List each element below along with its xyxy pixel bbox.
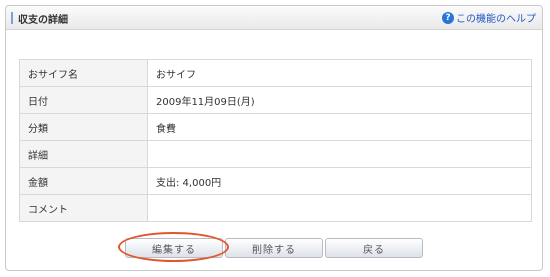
row-label: 金額 [19, 167, 148, 195]
row-label: 分類 [19, 113, 148, 141]
row-value: 2009年11月09日(月) [147, 86, 532, 114]
table-row: 日付 2009年11月09日(月) [19, 86, 532, 114]
action-bar: 編集する 削除する 戻る [6, 232, 542, 262]
row-label: おサイフ名 [19, 59, 148, 87]
row-value: 支出: 4,000円 [147, 167, 532, 195]
row-value: おサイフ [147, 59, 532, 87]
table-row: 金額 支出: 4,000円 [19, 167, 532, 195]
row-value [147, 194, 532, 222]
help-link-label: この機能のヘルプ [456, 14, 536, 25]
table-row: 詳細 [19, 140, 532, 168]
row-label: 日付 [19, 86, 148, 114]
help-link[interactable]: ? この機能のヘルプ [442, 10, 536, 25]
question-circle-icon: ? [442, 11, 454, 24]
table-row: コメント [19, 194, 532, 222]
back-button[interactable]: 戻る [325, 238, 423, 258]
edit-button[interactable]: 編集する [125, 238, 223, 258]
table-row: 分類 食費 [19, 113, 532, 141]
detail-table: おサイフ名 おサイフ 日付 2009年11月09日(月) 分類 食費 詳細 金額… [19, 59, 532, 222]
row-value [147, 140, 532, 168]
row-label: コメント [19, 194, 148, 222]
panel-title: 収支の詳細 [18, 15, 68, 26]
table-row: おサイフ名 おサイフ [19, 59, 532, 87]
delete-button[interactable]: 削除する [225, 238, 323, 258]
header-accent-bar [11, 12, 13, 24]
panel-header: 収支の詳細 ? この機能のヘルプ [6, 6, 542, 30]
row-label: 詳細 [19, 140, 148, 168]
row-value: 食費 [147, 113, 532, 141]
detail-panel: 収支の詳細 ? この機能のヘルプ おサイフ名 おサイフ 日付 2009年11月0… [5, 5, 543, 271]
